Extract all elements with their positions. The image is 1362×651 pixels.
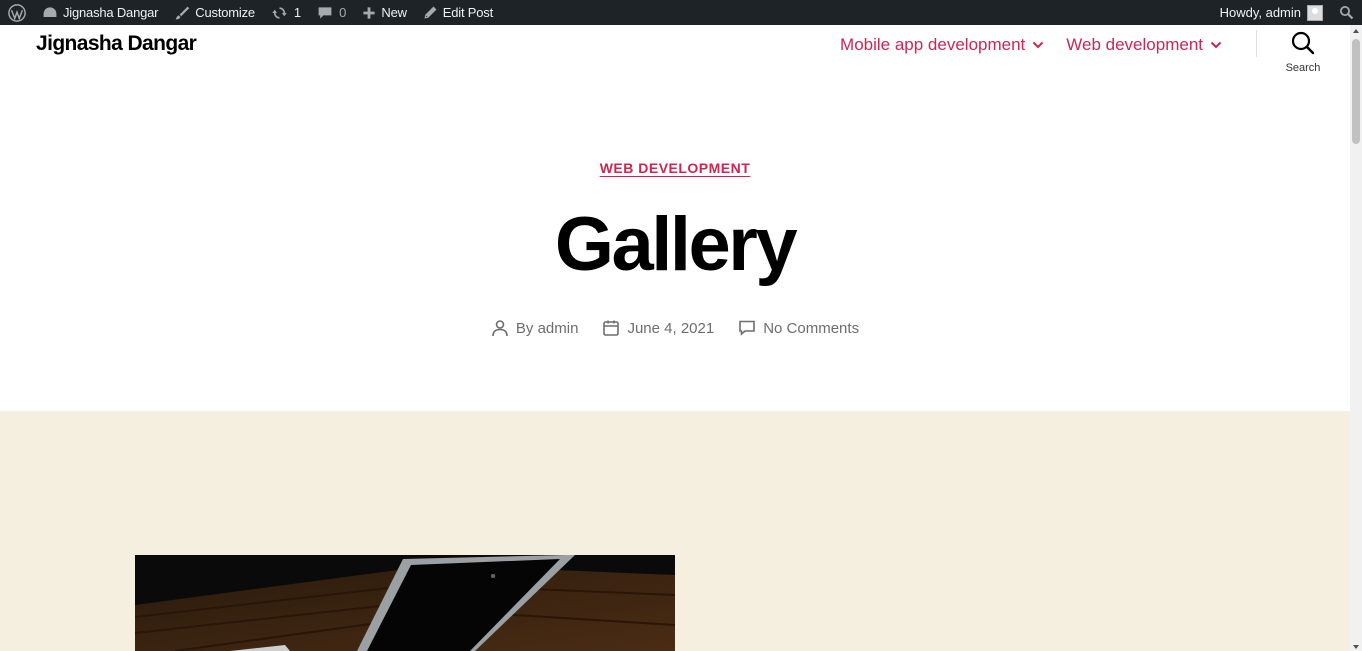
post-meta: By admin June 4, 2021 No Comments: [0, 319, 1350, 337]
site-header: Jignasha Dangar Mobile app development W…: [0, 25, 1350, 95]
updates-count: 1: [293, 5, 302, 20]
chevron-down-icon[interactable]: [1210, 39, 1222, 51]
plus-icon: [363, 6, 375, 19]
search-label: Search: [1285, 62, 1321, 74]
site-title[interactable]: Jignasha Dangar: [36, 32, 197, 56]
scrollbar-thumb[interactable]: [1352, 39, 1360, 144]
entry-header: WEB DEVELOPMENT Gallery By admin June 4,…: [0, 95, 1350, 411]
entry-categories: WEB DEVELOPMENT: [0, 160, 1350, 178]
updates-icon: [272, 6, 287, 19]
dashboard-icon: [43, 6, 57, 17]
admin-search-button[interactable]: [1331, 0, 1362, 25]
post-title: Gallery: [554, 202, 798, 287]
post-comments[interactable]: No Comments: [738, 319, 859, 337]
customize-label: Customize: [195, 5, 255, 20]
site-name-button[interactable]: Jignasha Dangar: [34, 0, 166, 25]
admin-bar: Jignasha Dangar Customize 1 0 New Edit P…: [0, 0, 1362, 25]
post-author[interactable]: By admin: [491, 319, 579, 337]
comment-icon: [739, 320, 756, 336]
edit-post-label: Edit Post: [442, 5, 494, 20]
customize-button[interactable]: Customize: [166, 0, 263, 25]
menu-item-label: Mobile app development: [840, 35, 1026, 54]
post-date[interactable]: June 4, 2021: [602, 319, 714, 337]
avatar: [1307, 4, 1323, 21]
pencil-icon: [424, 6, 437, 19]
user-icon: [492, 320, 508, 337]
site-name-label: Jignasha Dangar: [63, 5, 159, 20]
howdy-label: Howdy, admin: [1219, 5, 1301, 20]
search-toggle-button[interactable]: Search: [1280, 31, 1326, 74]
comments-label: No Comments: [763, 319, 860, 337]
menu-item-web-development[interactable]: Web development: [1066, 35, 1222, 55]
search-icon: [1291, 31, 1315, 55]
category-link[interactable]: WEB DEVELOPMENT: [600, 160, 751, 176]
edit-post-button[interactable]: Edit Post: [415, 0, 501, 25]
updates-button[interactable]: 1: [263, 0, 309, 25]
page-scrollbar[interactable]: [1350, 25, 1362, 651]
comment-icon: [318, 6, 332, 19]
header-divider: [1256, 30, 1257, 57]
search-icon: [1339, 5, 1354, 20]
new-content-button[interactable]: New: [354, 0, 414, 25]
primary-menu: Mobile app development Web development: [840, 35, 1222, 55]
scroll-down-arrow-icon[interactable]: [1353, 645, 1359, 649]
comments-button[interactable]: 0: [309, 0, 354, 25]
my-account-button[interactable]: Howdy, admin: [1212, 0, 1331, 25]
menu-item-mobile-app-development[interactable]: Mobile app development: [840, 35, 1044, 55]
date-label: June 4, 2021: [627, 319, 715, 337]
post-content: [0, 411, 1350, 651]
comments-count: 0: [339, 5, 347, 20]
laptop-image: [135, 555, 675, 651]
new-label: New: [381, 5, 407, 20]
calendar-icon: [603, 320, 620, 336]
wordpress-logo-button[interactable]: [0, 0, 34, 25]
scroll-up-arrow-icon[interactable]: [1353, 29, 1359, 33]
author-label: By admin: [515, 319, 579, 337]
menu-item-label: Web development: [1066, 35, 1203, 54]
brush-icon: [175, 6, 190, 19]
wordpress-icon: [8, 3, 26, 22]
chevron-down-icon[interactable]: [1032, 39, 1044, 51]
